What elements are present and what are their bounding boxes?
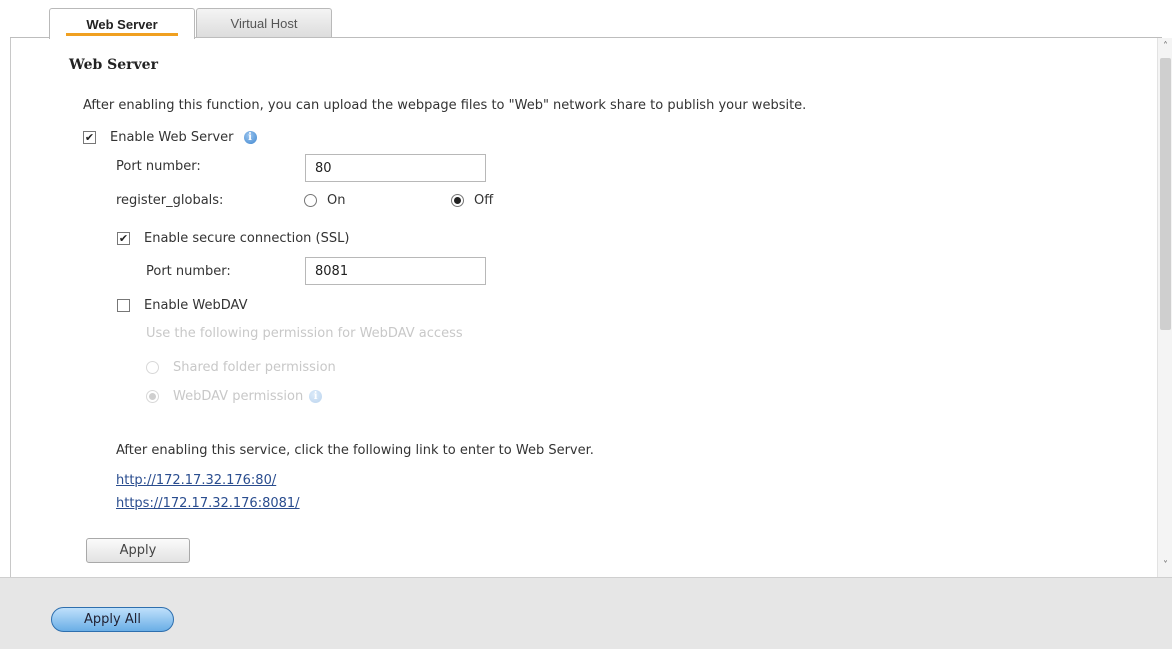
port-number-label: Port number: — [116, 159, 201, 174]
register-globals-on-radio[interactable] — [304, 194, 317, 207]
webdav-permission-radio[interactable] — [146, 390, 159, 403]
register-globals-label: register_globals: — [116, 193, 224, 208]
shared-folder-permission-radio[interactable] — [146, 361, 159, 374]
tab-web-server[interactable]: Web Server — [49, 8, 195, 39]
tab-virtual-host[interactable]: Virtual Host — [196, 8, 332, 38]
webdav-permission-option[interactable]: WebDAV permission i — [146, 389, 323, 404]
enable-web-server-row: ✔ Enable Web Server i — [83, 130, 257, 145]
info-icon[interactable]: i — [243, 131, 257, 144]
ssl-port-number-label: Port number: — [146, 264, 231, 279]
register-globals-off-option[interactable]: Off — [451, 193, 493, 208]
option-label: On — [327, 193, 346, 208]
tab-label: Virtual Host — [230, 16, 298, 31]
tab-label: Web Server — [86, 16, 158, 32]
tab-bar: Web Server Virtual Host — [0, 0, 1172, 39]
section-title: Web Server — [69, 57, 158, 73]
enable-ssl-checkbox[interactable]: ✔ — [117, 232, 130, 245]
links-intro: After enabling this service, click the f… — [116, 443, 594, 458]
radio-selected-dot — [149, 393, 156, 400]
enable-ssl-label: Enable secure connection (SSL) — [144, 231, 350, 246]
section-description: After enabling this function, you can up… — [83, 98, 807, 113]
apply-all-button[interactable]: Apply All — [51, 607, 174, 632]
scroll-thumb[interactable] — [1160, 58, 1171, 330]
footer-bar — [0, 577, 1172, 649]
chevron-up-icon[interactable]: ˄ — [1160, 41, 1171, 52]
enable-webdav-checkbox[interactable] — [117, 299, 130, 312]
ssl-port-number-input[interactable]: 8081 — [305, 257, 486, 285]
webdav-permission-label: Use the following permission for WebDAV … — [146, 326, 463, 341]
register-globals-on-option[interactable]: On — [304, 193, 345, 208]
enable-webdav-row: Enable WebDAV — [117, 298, 248, 313]
enable-web-server-label: Enable Web Server — [110, 130, 234, 145]
option-label: Shared folder permission — [173, 360, 336, 375]
register-globals-off-radio[interactable] — [451, 194, 464, 207]
port-number-input[interactable]: 80 — [305, 154, 486, 182]
http-link[interactable]: http://172.17.32.176:80/ — [116, 473, 276, 488]
apply-button[interactable]: Apply — [86, 538, 190, 563]
radio-selected-dot — [454, 197, 461, 204]
shared-folder-permission-option[interactable]: Shared folder permission — [146, 360, 336, 375]
option-label: WebDAV permission — [173, 389, 304, 404]
vertical-scrollbar[interactable]: ˄ ˅ — [1157, 38, 1172, 577]
chevron-down-icon[interactable]: ˅ — [1160, 560, 1171, 571]
enable-web-server-checkbox[interactable]: ✔ — [83, 131, 96, 144]
active-tab-indicator — [66, 33, 178, 36]
enable-webdav-label: Enable WebDAV — [144, 298, 248, 313]
https-link[interactable]: https://172.17.32.176:8081/ — [116, 496, 300, 511]
option-label: Off — [474, 193, 494, 208]
info-icon: i — [309, 390, 323, 403]
enable-ssl-row: ✔ Enable secure connection (SSL) — [117, 231, 349, 246]
